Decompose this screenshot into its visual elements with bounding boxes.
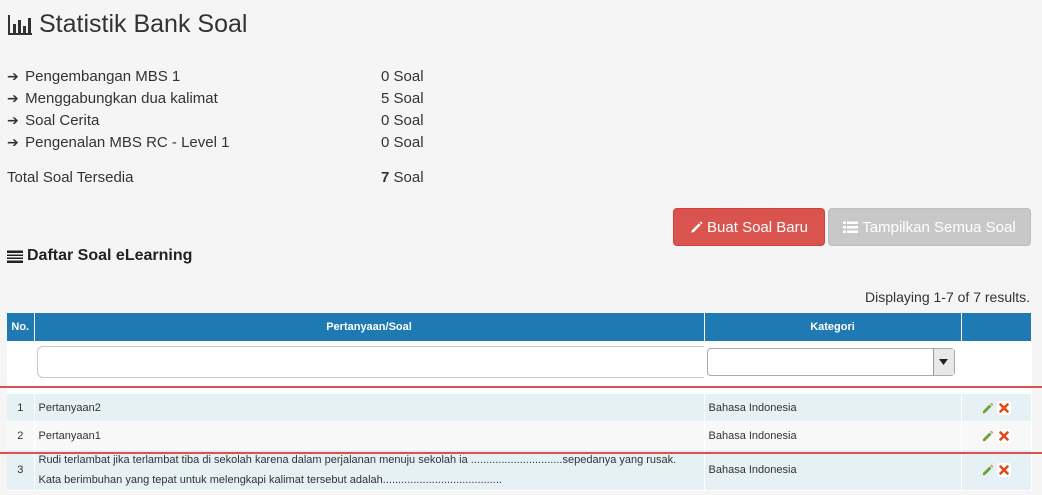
page-header: Statistik Bank Soal — [7, 10, 247, 39]
stats-list: ➔ Pengembangan MBS 1 0 Soal ➔ Menggabung… — [7, 68, 427, 156]
row-category: Bahasa Indonesia — [704, 421, 962, 450]
section-header: Daftar Soal eLearning — [7, 247, 192, 265]
section-title: Daftar Soal eLearning — [27, 247, 193, 264]
pencil-icon — [691, 221, 703, 233]
total-value: 7 Soal — [381, 169, 424, 186]
highlight-line-bottom — [0, 452, 1042, 454]
edit-pencil-icon[interactable] — [981, 464, 994, 477]
row-actions — [961, 421, 1032, 450]
row-number: 1 — [7, 394, 35, 422]
edit-pencil-icon[interactable] — [981, 401, 994, 414]
filter-cell-question — [34, 341, 710, 383]
table-row: 1 Pertanyaan2 Bahasa Indonesia — [7, 394, 1032, 422]
row-question: Pertanyaan1 — [34, 421, 705, 450]
spacer-row — [7, 383, 1032, 394]
column-header-question[interactable]: Pertanyaan/Soal — [34, 313, 705, 341]
row-actions — [961, 394, 1032, 422]
stat-label: Pengembangan MBS 1 — [25, 68, 181, 85]
stat-value: 5 Soal — [381, 90, 424, 107]
questions-table: No. Pertanyaan/Soal Kategori 1 Pertanyaa… — [7, 313, 1032, 491]
question-filter-input[interactable] — [36, 346, 710, 378]
row-number: 2 — [7, 421, 35, 450]
delete-x-icon[interactable] — [997, 428, 1011, 443]
table-row: 2 Pertanyaan1 Bahasa Indonesia — [7, 421, 1032, 450]
arrow-right-icon: ➔ — [7, 90, 19, 106]
stat-value: 0 Soal — [381, 112, 424, 129]
filter-cell-actions — [961, 341, 1032, 383]
table-row: 3 Rudi terlambat jika terlambat tiba di … — [7, 449, 1032, 491]
filter-row — [7, 341, 1032, 383]
total-number: 7 — [381, 169, 390, 186]
column-header-category[interactable]: Kategori — [704, 313, 962, 341]
column-header-actions — [961, 313, 1031, 341]
results-summary: Displaying 1-7 of 7 results. — [865, 289, 1030, 305]
stat-row: ➔ Soal Cerita 0 Soal — [7, 112, 427, 134]
column-header-no[interactable]: No. — [7, 313, 35, 341]
stat-row: ➔ Pengembangan MBS 1 0 Soal — [7, 68, 427, 90]
arrow-right-icon: ➔ — [7, 68, 19, 84]
show-all-label: Tampilkan Semua Soal — [862, 218, 1016, 236]
new-question-label: Buat Soal Baru — [707, 218, 808, 236]
list-icon — [843, 221, 859, 233]
stat-value: 0 Soal — [381, 134, 424, 151]
row-number: 3 — [7, 449, 35, 491]
total-row: Total Soal Tersedia 7 Soal — [7, 169, 427, 186]
new-question-button[interactable]: Buat Soal Baru — [673, 208, 825, 246]
dropdown-arrow-icon[interactable] — [932, 349, 954, 375]
page-title: Statistik Bank Soal — [39, 10, 248, 38]
table-header-row: No. Pertanyaan/Soal Kategori — [7, 313, 1031, 341]
stat-value: 0 Soal — [381, 68, 424, 85]
category-filter-select[interactable] — [706, 348, 955, 376]
row-question: Pertanyaan2 — [34, 394, 705, 422]
row-question-line: Kata berimbuhan yang tepat untuk melengk… — [38, 474, 502, 486]
stat-row: ➔ Pengenalan MBS RC - Level 1 0 Soal — [7, 134, 427, 156]
list-alt-icon — [7, 250, 23, 263]
total-label: Total Soal Tersedia — [7, 169, 134, 186]
highlight-line-top — [0, 386, 1042, 388]
total-unit: Soal — [393, 169, 424, 186]
row-actions — [961, 449, 1032, 491]
filter-cell-empty — [7, 341, 35, 383]
row-category: Bahasa Indonesia — [704, 449, 962, 491]
bar-chart-icon — [8, 14, 32, 35]
stat-label: Pengenalan MBS RC - Level 1 — [25, 134, 230, 151]
show-all-button[interactable]: Tampilkan Semua Soal — [828, 208, 1031, 246]
stat-label: Soal Cerita — [25, 112, 100, 129]
arrow-right-icon: ➔ — [7, 134, 19, 150]
delete-x-icon[interactable] — [997, 463, 1011, 477]
stat-row: ➔ Menggabungkan dua kalimat 5 Soal — [7, 90, 427, 112]
stat-label: Menggabungkan dua kalimat — [25, 90, 218, 107]
filter-cell-category — [704, 341, 962, 383]
delete-x-icon[interactable] — [997, 400, 1011, 415]
edit-pencil-icon[interactable] — [981, 429, 994, 442]
row-question: Rudi terlambat jika terlambat tiba di se… — [34, 449, 705, 491]
row-category: Bahasa Indonesia — [704, 394, 962, 422]
arrow-right-icon: ➔ — [7, 112, 19, 128]
